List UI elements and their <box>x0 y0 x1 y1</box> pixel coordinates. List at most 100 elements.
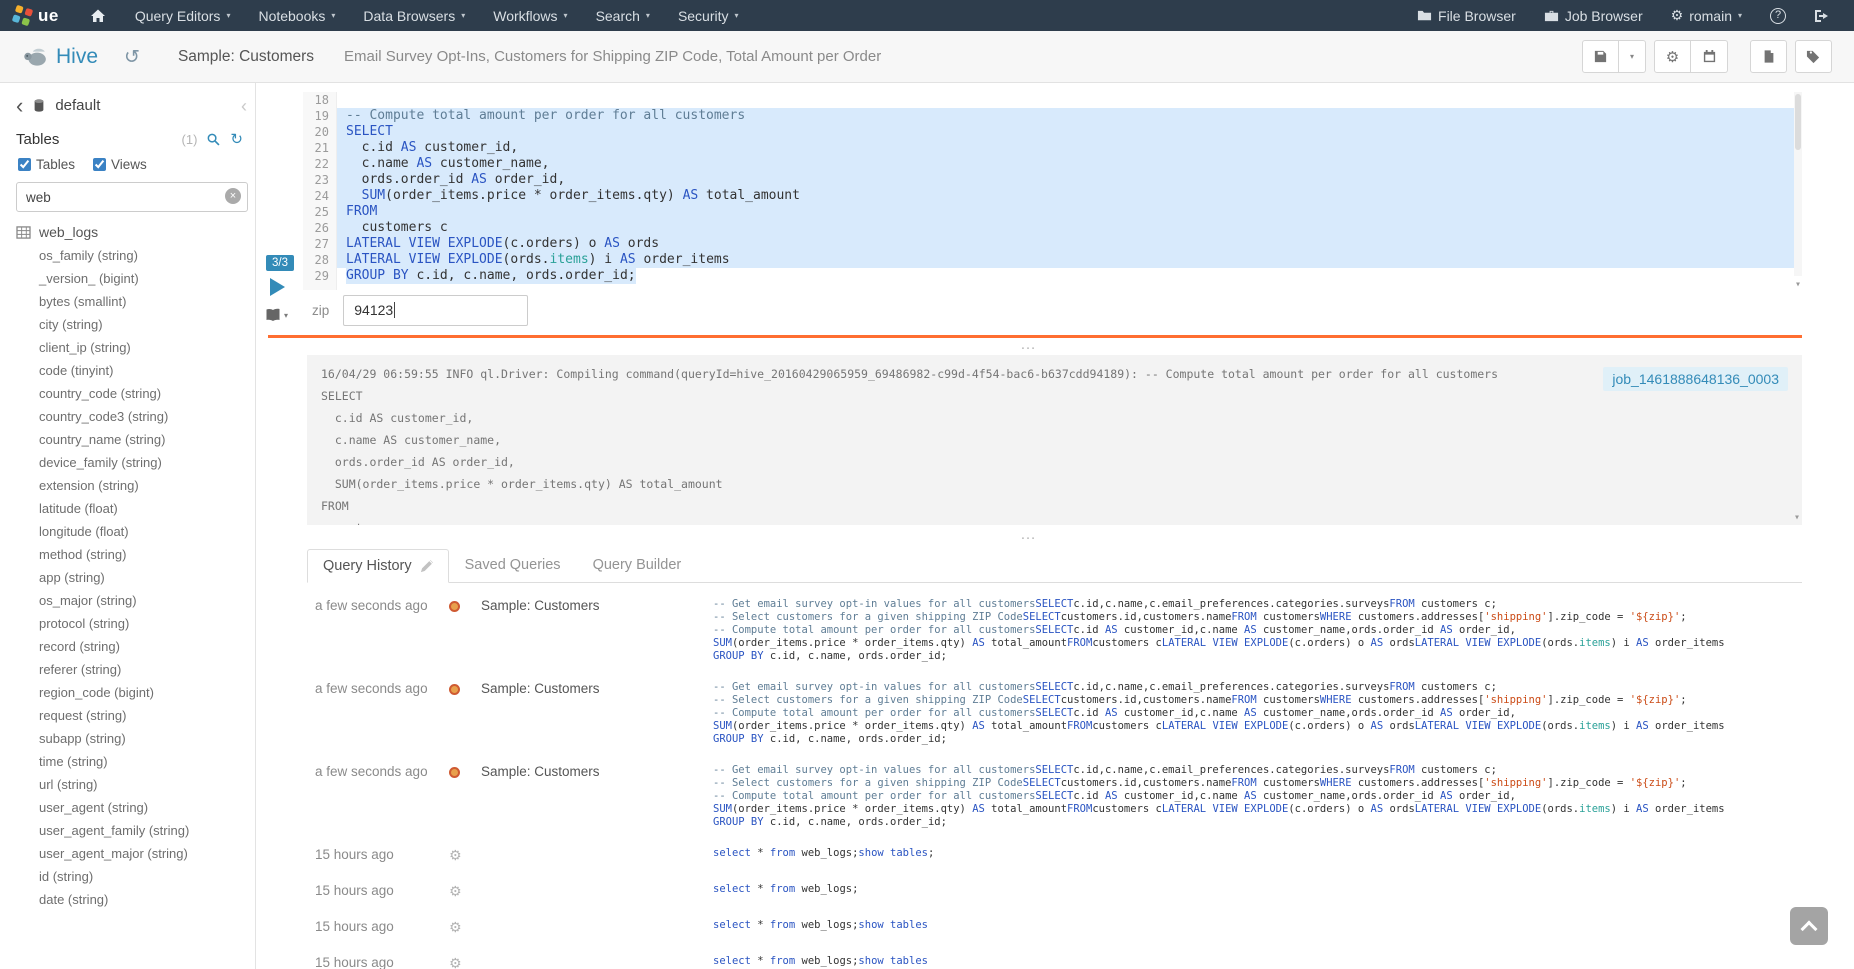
column-item[interactable]: date (string) <box>16 888 255 911</box>
history-row[interactable]: a few seconds agoSample: Customers-- Get… <box>307 672 1802 755</box>
code-token: c.id,c.name,c.email_preferences.categori… <box>1073 764 1389 776</box>
code-token <box>346 188 362 203</box>
code-token: order_id, <box>1453 790 1516 802</box>
tables-checkbox[interactable] <box>18 158 31 171</box>
code-token: c.id, c.name, ords.order_id; <box>409 268 636 283</box>
column-item[interactable]: city (string) <box>16 313 255 336</box>
column-item[interactable]: protocol (string) <box>16 612 255 635</box>
menu-security[interactable]: Security▾ <box>664 0 753 31</box>
scroll-down-icon[interactable]: ▾ <box>1794 512 1800 523</box>
column-item[interactable]: latitude (float) <box>16 497 255 520</box>
text-cursor <box>394 302 395 318</box>
history-row[interactable]: 15 hours ago⚙select * from web_logs;show… <box>307 910 1802 946</box>
column-item[interactable]: os_family (string) <box>16 244 255 267</box>
scroll-down-icon[interactable]: ▾ <box>1795 279 1801 290</box>
column-item[interactable]: _version_ (bigint) <box>16 267 255 290</box>
menu-notebooks[interactable]: Notebooks▾ <box>244 0 349 31</box>
code-token: (ords. <box>1541 637 1579 649</box>
clear-search-icon[interactable]: × <box>225 188 241 204</box>
history-timestamp: a few seconds ago <box>315 764 445 829</box>
hue-logo-text: ue <box>38 6 59 26</box>
hue-logo[interactable]: ue <box>0 6 75 26</box>
settings-button[interactable]: ⚙ <box>1654 40 1691 73</box>
tab-query-history[interactable]: Query History <box>307 549 449 583</box>
save-button[interactable] <box>1582 40 1619 73</box>
column-item[interactable]: extension (string) <box>16 474 255 497</box>
home-button[interactable] <box>75 0 121 31</box>
chevron-down-icon: ▾ <box>646 11 650 20</box>
column-item[interactable]: id (string) <box>16 865 255 888</box>
column-item[interactable]: app (string) <box>16 566 255 589</box>
job-link[interactable]: job_1461888648136_0003 <box>1603 367 1788 391</box>
code-token: SELECT <box>1035 707 1073 719</box>
column-item[interactable]: region_code (bigint) <box>16 681 255 704</box>
gear-icon: ⚙ <box>449 884 462 900</box>
column-item[interactable]: client_ip (string) <box>16 336 255 359</box>
menu-data-browsers[interactable]: Data Browsers▾ <box>349 0 479 31</box>
tables-filter[interactable]: Tables <box>18 157 75 172</box>
views-checkbox[interactable] <box>93 158 106 171</box>
editor-scrollbar[interactable] <box>1794 92 1802 276</box>
refresh-icon[interactable]: ↻ <box>230 130 243 148</box>
history-row[interactable]: a few seconds agoSample: Customers-- Get… <box>307 589 1802 672</box>
code-editor[interactable]: 181920212223242526272829 -- Compute tota… <box>303 92 1802 290</box>
column-item[interactable]: code (tinyint) <box>16 359 255 382</box>
column-item[interactable]: user_agent (string) <box>16 796 255 819</box>
navbar-right: File Browser Job Browser ⚙ romain ▾ ? <box>1403 0 1854 31</box>
column-item[interactable]: country_name (string) <box>16 428 255 451</box>
job-browser-link[interactable]: Job Browser <box>1530 0 1657 31</box>
column-item[interactable]: user_agent_family (string) <box>16 819 255 842</box>
resize-handle-top[interactable] <box>256 341 1802 353</box>
column-item[interactable]: subapp (string) <box>16 727 255 750</box>
code-token: SELECT <box>1023 694 1061 706</box>
menu-query-editors[interactable]: Query Editors▾ <box>121 0 245 31</box>
column-item[interactable]: method (string) <box>16 543 255 566</box>
column-item[interactable]: bytes (smallint) <box>16 290 255 313</box>
column-item[interactable]: device_family (string) <box>16 451 255 474</box>
code-token: customer_name,ords.order_id <box>1257 707 1440 719</box>
menu-workflows[interactable]: Workflows▾ <box>479 0 581 31</box>
column-item[interactable]: url (string) <box>16 773 255 796</box>
collapse-assist-icon[interactable]: ‹ <box>241 99 247 113</box>
tab-saved-queries[interactable]: Saved Queries <box>449 548 577 582</box>
logout-button[interactable] <box>1800 0 1844 31</box>
column-item[interactable]: country_code3 (string) <box>16 405 255 428</box>
scroll-to-top-button[interactable] <box>1790 907 1828 945</box>
column-item[interactable]: time (string) <box>16 750 255 773</box>
history-row[interactable]: 15 hours ago⚙select * from web_logs;show… <box>307 838 1802 874</box>
database-name[interactable]: default <box>55 97 100 114</box>
query-history-icon[interactable]: ↺ <box>124 46 140 68</box>
documentation-button[interactable]: ▾ <box>265 307 288 323</box>
history-row[interactable]: a few seconds agoSample: Customers-- Get… <box>307 755 1802 838</box>
file-browser-link[interactable]: File Browser <box>1403 0 1530 31</box>
code-token: ) i <box>1611 803 1636 815</box>
history-row[interactable]: 15 hours ago⚙select * from web_logs; <box>307 874 1802 910</box>
table-filter-input[interactable] <box>16 182 248 212</box>
new-query-button[interactable] <box>1750 40 1787 73</box>
help-button[interactable]: ? <box>1756 0 1800 31</box>
edit-icon <box>420 560 433 573</box>
code-token: order_items <box>636 252 730 267</box>
column-item[interactable]: referer (string) <box>16 658 255 681</box>
column-item[interactable]: longitude (float) <box>16 520 255 543</box>
tags-button[interactable] <box>1795 40 1832 73</box>
user-menu[interactable]: ⚙ romain ▾ <box>1657 0 1756 31</box>
save-dropdown-button[interactable]: ▾ <box>1619 40 1646 73</box>
variable-zip-input[interactable]: 94123 <box>343 295 528 326</box>
schedule-button[interactable] <box>1691 40 1728 73</box>
column-item[interactable]: request (string) <box>16 704 255 727</box>
execute-button[interactable] <box>270 278 285 296</box>
history-row[interactable]: 15 hours ago⚙select * from web_logs;show… <box>307 946 1802 969</box>
search-icon[interactable] <box>206 132 221 147</box>
code-token: AS <box>1440 790 1453 802</box>
column-item[interactable]: record (string) <box>16 635 255 658</box>
column-item[interactable]: os_major (string) <box>16 589 255 612</box>
back-button[interactable]: ‹ <box>16 98 23 114</box>
views-filter[interactable]: Views <box>93 157 147 172</box>
table-item-web-logs[interactable]: web_logs <box>16 224 255 240</box>
column-item[interactable]: user_agent_major (string) <box>16 842 255 865</box>
tab-query-builder[interactable]: Query Builder <box>577 548 698 582</box>
column-item[interactable]: country_code (string) <box>16 382 255 405</box>
resize-handle-bottom[interactable] <box>256 531 1802 543</box>
menu-search[interactable]: Search▾ <box>582 0 664 31</box>
